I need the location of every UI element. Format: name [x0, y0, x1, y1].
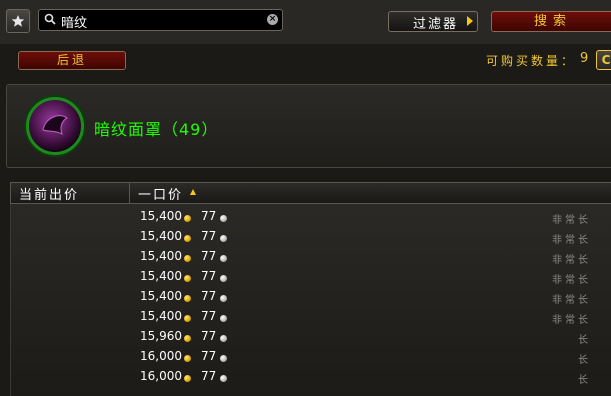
column-header-current-bid-label: 当前出价 — [19, 188, 80, 203]
star-icon — [11, 15, 25, 27]
search-input-value: 暗纹 — [61, 16, 88, 31]
buyout-silver: 77 — [201, 349, 217, 363]
duration: 非常长 — [552, 315, 591, 326]
buyout-silver: 77 — [201, 289, 217, 303]
favorite-button[interactable] — [6, 9, 30, 33]
gold-coin-icon — [184, 375, 191, 382]
max-quantity-button[interactable]: C — [596, 50, 611, 70]
duration: 非常长 — [552, 255, 591, 266]
gold-coin-icon — [184, 235, 191, 242]
search-button[interactable]: 搜索 — [491, 11, 611, 32]
buyout-gold: 15,400 — [140, 249, 182, 263]
listing-table: 15,400 77 非常长 15,400 77 非常长 15,400 77 非常… — [10, 204, 611, 396]
gold-coin-icon — [184, 215, 191, 222]
sort-ascending-icon — [190, 189, 196, 195]
gold-coin-icon — [184, 275, 191, 282]
buyout-gold: 16,000 — [140, 369, 182, 383]
table-row[interactable]: 15,400 77 非常长 — [11, 247, 611, 267]
duration: 非常长 — [552, 295, 591, 306]
buyout-silver: 77 — [201, 229, 217, 243]
gold-coin-icon — [184, 255, 191, 262]
silver-coin-icon — [220, 235, 227, 242]
silver-coin-icon — [220, 315, 227, 322]
gold-coin-icon — [184, 315, 191, 322]
buyout-silver: 77 — [201, 309, 217, 323]
buyout-gold: 15,400 — [140, 309, 182, 323]
gold-coin-icon — [184, 335, 191, 342]
table-row[interactable]: 15,400 77 非常长 — [11, 287, 611, 307]
column-header-buyout-label: 一口价 — [138, 188, 184, 203]
buyout-gold: 15,400 — [140, 209, 182, 223]
duration: 非常长 — [552, 275, 591, 286]
buyout-silver: 77 — [201, 269, 217, 283]
silver-coin-icon — [220, 255, 227, 262]
gold-coin-icon — [184, 295, 191, 302]
buyout-gold: 15,400 — [140, 229, 182, 243]
back-button[interactable]: 后退 — [18, 51, 126, 70]
silver-coin-icon — [220, 275, 227, 282]
column-header-current-bid[interactable]: 当前出价 — [10, 182, 129, 204]
arrow-right-icon — [467, 16, 473, 26]
search-icon — [44, 13, 56, 25]
column-header-buyout[interactable]: 一口价 — [129, 182, 611, 204]
table-row[interactable]: 16,000 77 长 — [11, 367, 611, 387]
duration: 长 — [578, 375, 591, 386]
silver-coin-icon — [220, 215, 227, 222]
buyout-gold: 16,000 — [140, 349, 182, 363]
duration: 长 — [578, 355, 591, 366]
buyout-gold: 15,400 — [140, 289, 182, 303]
table-row[interactable]: 15,400 77 非常长 — [11, 227, 611, 247]
table-row[interactable]: 15,400 77 非常长 — [11, 267, 611, 287]
dark-mask-icon[interactable] — [26, 97, 84, 155]
table-row[interactable]: 15,400 77 非常长 — [11, 307, 611, 327]
duration: 非常长 — [552, 215, 591, 226]
silver-coin-icon — [220, 335, 227, 342]
clear-search-icon[interactable]: × — [267, 14, 278, 25]
table-row[interactable]: 15,960 77 长 — [11, 327, 611, 347]
silver-coin-icon — [220, 355, 227, 362]
buyable-quantity-label: 可购买数量： — [486, 54, 577, 68]
mask-glyph-icon — [42, 115, 68, 136]
buyout-silver: 77 — [201, 329, 217, 343]
buyout-silver: 77 — [201, 369, 217, 383]
buyable-quantity-value: 9 — [580, 51, 589, 66]
search-input[interactable]: 暗纹 × — [38, 9, 283, 31]
duration: 非常长 — [552, 235, 591, 246]
silver-coin-icon — [220, 375, 227, 382]
duration: 长 — [578, 335, 591, 346]
gold-coin-icon — [184, 355, 191, 362]
item-name: 暗纹面罩（49） — [94, 120, 219, 139]
silver-coin-icon — [220, 295, 227, 302]
table-row[interactable]: 15,400 77 非常长 — [11, 207, 611, 227]
table-row[interactable]: 16,000 77 长 — [11, 347, 611, 367]
buyout-silver: 77 — [201, 209, 217, 223]
buyout-gold: 15,400 — [140, 269, 182, 283]
filter-button[interactable]: 过滤器 — [388, 11, 478, 32]
filter-button-label: 过滤器 — [413, 17, 459, 32]
buyout-gold: 15,960 — [140, 329, 182, 343]
buyout-silver: 77 — [201, 249, 217, 263]
